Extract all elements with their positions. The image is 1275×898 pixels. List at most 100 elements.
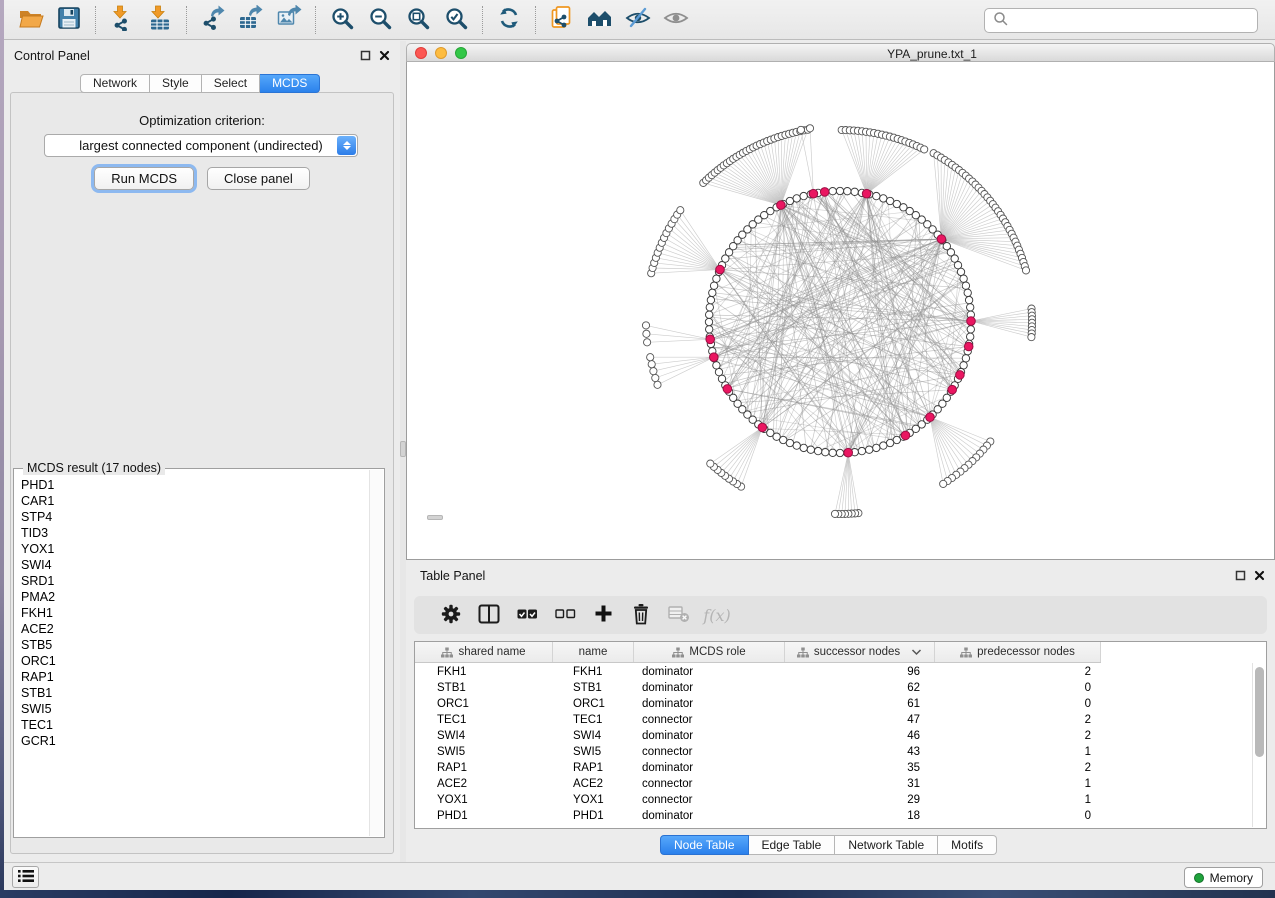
mcds-result-item[interactable]: SWI5 <box>21 701 369 717</box>
optimization-select[interactable]: largest connected component (undirected) <box>44 134 358 157</box>
table-row[interactable]: PHD1PHD1dominator180 <box>415 808 1251 824</box>
table-row[interactable]: RAP1RAP1dominator352 <box>415 760 1251 776</box>
close-table-panel-icon[interactable] <box>1254 570 1265 584</box>
table-row[interactable]: TEC1TEC1connector472 <box>415 712 1251 728</box>
mcds-result-item[interactable]: STB1 <box>21 685 369 701</box>
column-label: successor nodes <box>814 646 900 658</box>
mcds-result-item[interactable]: PMA2 <box>21 589 369 605</box>
column-header-predecessor-nodes[interactable]: predecessor nodes <box>935 642 1101 662</box>
delete-column-button[interactable] <box>622 599 660 631</box>
run-mcds-button[interactable]: Run MCDS <box>94 167 194 190</box>
search-box[interactable] <box>984 8 1258 33</box>
column-header-MCDS-role[interactable]: MCDS role <box>634 642 785 662</box>
birdseye-view-icon <box>587 5 613 34</box>
import-table-button[interactable] <box>141 3 179 37</box>
close-window-icon[interactable] <box>415 47 427 59</box>
mcds-result-item[interactable]: PHD1 <box>21 477 369 493</box>
table-scrollbar[interactable] <box>1252 663 1265 827</box>
delete-table-icon <box>668 604 690 626</box>
cell-MCDS-role: dominator <box>634 760 785 776</box>
float-panel-icon[interactable] <box>360 50 371 64</box>
mcds-result-item[interactable]: YOX1 <box>21 541 369 557</box>
org-chart-icon <box>797 647 809 658</box>
mcds-result-item[interactable]: CAR1 <box>21 493 369 509</box>
mcds-result-item[interactable]: ORC1 <box>21 653 369 669</box>
table-row[interactable]: SWI5SWI5connector431 <box>415 744 1251 760</box>
tab-motifs[interactable]: Motifs <box>938 835 997 855</box>
refresh-layout-button[interactable] <box>490 3 528 37</box>
network-canvas[interactable] <box>406 62 1275 560</box>
zoom-in-button[interactable] <box>323 3 361 37</box>
column-header-shared-name[interactable]: shared name <box>415 642 553 662</box>
birdseye-view-button[interactable] <box>581 3 619 37</box>
add-column-button[interactable] <box>584 599 622 631</box>
cell-shared-name: ORC1 <box>415 696 553 712</box>
column-label: MCDS role <box>689 646 745 658</box>
cell-MCDS-role: dominator <box>634 728 785 744</box>
zoom-selected-button[interactable] <box>437 3 475 37</box>
table-scrollbar-thumb[interactable] <box>1255 667 1264 757</box>
close-panel-icon[interactable] <box>379 50 390 64</box>
table-row[interactable]: ACE2ACE2connector311 <box>415 776 1251 792</box>
minimize-window-icon[interactable] <box>435 47 447 59</box>
import-network-button[interactable] <box>103 3 141 37</box>
hide-graphics-details-icon <box>625 5 651 34</box>
horizontal-splitter-grip[interactable] <box>427 515 443 520</box>
mcds-result-item[interactable]: ACE2 <box>21 621 369 637</box>
mcds-result-list[interactable]: PHD1CAR1STP4TID3YOX1SWI4SRD1PMA2FKH1ACE2… <box>15 477 369 836</box>
search-input[interactable] <box>1010 11 1257 31</box>
mcds-result-item[interactable]: SRD1 <box>21 573 369 589</box>
select-all-button[interactable] <box>508 599 546 631</box>
tab-edge-table[interactable]: Edge Table <box>749 835 836 855</box>
zoom-out-button[interactable] <box>361 3 399 37</box>
mcds-result-item[interactable]: STP4 <box>21 509 369 525</box>
mcds-result-item[interactable]: FKH1 <box>21 605 369 621</box>
main-toolbar <box>4 0 1275 40</box>
export-image-button[interactable] <box>270 3 308 37</box>
table-row[interactable]: FKH1FKH1dominator962 <box>415 664 1251 680</box>
tab-mcds[interactable]: MCDS <box>260 74 320 93</box>
network-graph[interactable] <box>407 62 1274 558</box>
table-row[interactable]: YOX1YOX1connector291 <box>415 792 1251 808</box>
cell-successor-nodes: 35 <box>785 760 935 776</box>
table-row[interactable]: ORC1ORC1dominator610 <box>415 696 1251 712</box>
show-graphics-details-button[interactable] <box>657 3 695 37</box>
tab-style[interactable]: Style <box>150 74 202 93</box>
hide-graphics-details-button[interactable] <box>619 3 657 37</box>
column-header-name[interactable]: name <box>553 642 634 662</box>
column-header-successor-nodes[interactable]: successor nodes <box>785 642 935 662</box>
sort-caret-icon <box>911 648 922 656</box>
table-mode-button[interactable] <box>470 599 508 631</box>
settings-button[interactable] <box>432 599 470 631</box>
mcds-result-item[interactable]: TEC1 <box>21 717 369 733</box>
network-window-titlebar[interactable]: YPA_prune.txt_1 <box>406 43 1275 62</box>
mcds-result-scrollbar[interactable] <box>369 470 383 836</box>
maximize-window-icon[interactable] <box>455 47 467 59</box>
close-panel-button[interactable]: Close panel <box>207 167 310 190</box>
tab-select[interactable]: Select <box>202 74 260 93</box>
zoom-fit-button[interactable] <box>399 3 437 37</box>
tab-network[interactable]: Network <box>80 74 150 93</box>
mcds-result-item[interactable]: RAP1 <box>21 669 369 685</box>
export-network-button[interactable] <box>194 3 232 37</box>
open-file-button[interactable] <box>12 3 50 37</box>
tab-node-table[interactable]: Node Table <box>660 835 749 855</box>
float-table-panel-icon[interactable] <box>1235 570 1246 584</box>
task-history-button[interactable] <box>12 866 39 888</box>
delete-table-button <box>660 599 698 631</box>
mcds-result-item[interactable]: STB5 <box>21 637 369 653</box>
control-panel-tabs: NetworkStyleSelectMCDS <box>80 74 320 93</box>
table-row[interactable]: STB1STB1dominator620 <box>415 680 1251 696</box>
memory-button[interactable]: Memory <box>1184 867 1263 888</box>
export-web-button[interactable] <box>543 3 581 37</box>
cell-shared-name: SWI4 <box>415 728 553 744</box>
table-row[interactable]: SWI4SWI4dominator462 <box>415 728 1251 744</box>
cell-predecessor-nodes: 1 <box>935 792 1101 808</box>
deselect-all-button[interactable] <box>546 599 584 631</box>
tab-network-table[interactable]: Network Table <box>835 835 938 855</box>
mcds-result-item[interactable]: GCR1 <box>21 733 369 749</box>
export-table-button[interactable] <box>232 3 270 37</box>
mcds-result-item[interactable]: SWI4 <box>21 557 369 573</box>
save-session-button[interactable] <box>50 3 88 37</box>
mcds-result-item[interactable]: TID3 <box>21 525 369 541</box>
